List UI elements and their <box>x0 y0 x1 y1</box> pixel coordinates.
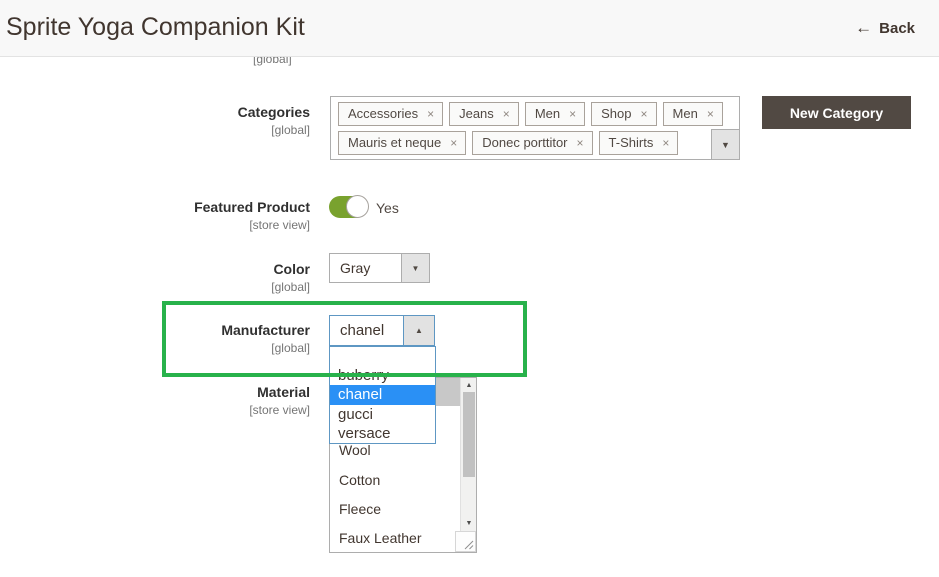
category-tag-label: Donec porttitor <box>482 135 567 150</box>
resize-handle[interactable] <box>455 531 476 552</box>
category-tag-label: Shop <box>601 106 631 121</box>
category-tag-label: Jeans <box>459 106 494 121</box>
color-scope: [global] <box>0 280 310 294</box>
material-field-label: Material [store view] <box>0 384 310 417</box>
material-scrollbar[interactable]: ▲ ▼ <box>460 378 476 531</box>
category-tag[interactable]: Men × <box>663 102 723 126</box>
dropdown-option-empty[interactable] <box>330 347 435 366</box>
color-select[interactable]: Gray ▼ <box>329 253 430 283</box>
category-tag-label: Accessories <box>348 106 418 121</box>
manufacturer-select-value: chanel <box>340 316 384 345</box>
remove-tag-icon[interactable]: × <box>641 107 648 121</box>
remove-tag-icon[interactable]: × <box>577 136 584 150</box>
categories-dropdown-button[interactable]: ▼ <box>711 129 739 159</box>
material-option-wool[interactable]: Wool <box>339 442 371 458</box>
category-tag[interactable]: Accessories × <box>338 102 443 126</box>
dropdown-option-buberry[interactable]: buberry <box>330 366 435 385</box>
product-edit-page: [global] Sprite Yoga Companion Kit ← Bac… <box>0 0 939 577</box>
manufacturer-select[interactable]: chanel ▲ <box>329 315 435 346</box>
page-title: Sprite Yoga Companion Kit <box>6 13 305 42</box>
featured-product-field-label: Featured Product [store view] <box>0 199 310 232</box>
category-tag-label: Men <box>535 106 560 121</box>
manufacturer-label: Manufacturer <box>0 322 310 338</box>
dropdown-option-chanel-selected[interactable]: chanel <box>330 385 435 404</box>
toggle-value-label: Yes <box>376 200 399 216</box>
manufacturer-scope: [global] <box>0 341 310 355</box>
chevron-down-icon[interactable]: ▼ <box>401 254 429 282</box>
remove-tag-icon[interactable]: × <box>569 107 576 121</box>
category-tag[interactable]: Mauris et neque × <box>338 131 466 155</box>
category-tag[interactable]: Jeans × <box>449 102 519 126</box>
scrollbar-thumb[interactable] <box>463 392 475 477</box>
color-field-label: Color [global] <box>0 261 310 294</box>
material-option-fleece[interactable]: Fleece <box>339 501 381 517</box>
dropdown-option-gucci[interactable]: gucci <box>330 405 435 424</box>
featured-product-toggle[interactable] <box>329 196 367 218</box>
remove-tag-icon[interactable]: × <box>450 136 457 150</box>
category-tag-label: Men <box>673 106 698 121</box>
remove-tag-icon[interactable]: × <box>503 107 510 121</box>
material-scope: [store view] <box>0 403 310 417</box>
page-header: Sprite Yoga Companion Kit ← Back <box>0 0 939 57</box>
back-button-label: Back <box>879 20 915 37</box>
categories-label: Categories <box>0 104 310 120</box>
material-option-faux-leather[interactable]: Faux Leather <box>339 530 422 546</box>
dropdown-option-versace[interactable]: versace <box>330 424 435 443</box>
back-arrow-icon: ← <box>855 18 872 38</box>
categories-scope: [global] <box>0 123 310 137</box>
category-tag[interactable]: Shop × <box>591 102 656 126</box>
back-button[interactable]: ← Back <box>855 18 915 38</box>
category-tag-row: Accessories × Jeans × Men × Shop × Men × <box>331 97 739 126</box>
chevron-down-icon: ▼ <box>721 140 730 150</box>
scroll-up-icon[interactable]: ▲ <box>461 382 477 389</box>
remove-tag-icon[interactable]: × <box>427 107 434 121</box>
categories-multiselect[interactable]: Accessories × Jeans × Men × Shop × Men × <box>330 96 740 160</box>
category-tag-row: Mauris et neque × Donec porttitor × T-Sh… <box>331 126 739 155</box>
chevron-up-icon[interactable]: ▲ <box>403 316 434 345</box>
manufacturer-field-label: Manufacturer [global] <box>0 322 310 355</box>
remove-tag-icon[interactable]: × <box>707 107 714 121</box>
scrollbar-corner-block <box>436 378 460 406</box>
categories-field-label: Categories [global] <box>0 104 310 137</box>
toggle-knob <box>346 195 369 218</box>
color-label: Color <box>0 261 310 277</box>
material-label: Material <box>0 384 310 400</box>
resize-grip-icon <box>462 538 474 550</box>
category-tag-label: Mauris et neque <box>348 135 441 150</box>
category-tag[interactable]: T-Shirts × <box>599 131 679 155</box>
category-tag[interactable]: Donec porttitor × <box>472 131 592 155</box>
scroll-down-icon[interactable]: ▼ <box>461 520 477 527</box>
featured-product-label: Featured Product <box>0 199 310 215</box>
new-category-button[interactable]: New Category <box>762 96 911 129</box>
category-tag-label: T-Shirts <box>609 135 654 150</box>
manufacturer-dropdown-list: buberry chanel gucci versace <box>329 346 436 444</box>
category-tag[interactable]: Men × <box>525 102 585 126</box>
color-select-value: Gray <box>340 254 370 282</box>
material-option-cotton[interactable]: Cotton <box>339 472 380 488</box>
remove-tag-icon[interactable]: × <box>662 136 669 150</box>
featured-product-scope: [store view] <box>0 218 310 232</box>
